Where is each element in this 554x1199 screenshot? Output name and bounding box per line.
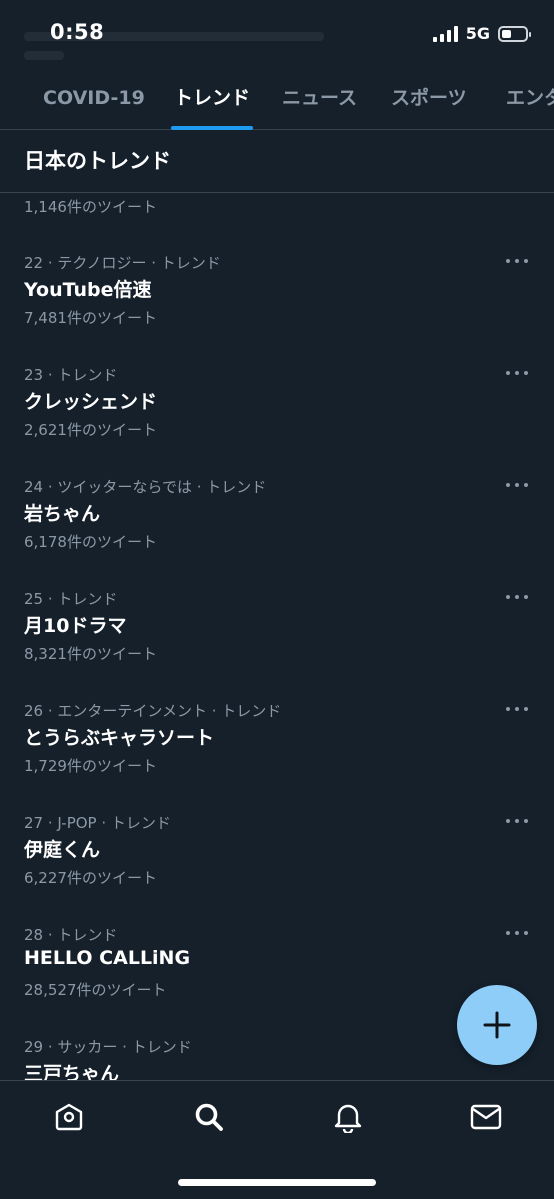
trend-name: 伊庭くん	[24, 839, 101, 861]
trend-name: YouTube倍速	[24, 279, 152, 301]
trend-name: 岩ちゃん	[24, 503, 101, 525]
trend-item[interactable]: 24 · ツイッターならでは · トレンド 岩ちゃん 6,178件のツイート	[0, 476, 554, 588]
trend-tweet-count: 6,178件のツイート	[24, 533, 157, 551]
section-title: 日本のトレンド	[0, 131, 554, 193]
trend-tweet-count: 7,481件のツイート	[24, 309, 157, 327]
trend-item[interactable]: 22 · テクノロジー · トレンド YouTube倍速 7,481件のツイート	[0, 252, 554, 364]
more-options-icon[interactable]	[506, 812, 528, 830]
more-options-icon[interactable]	[506, 700, 528, 718]
search-icon	[195, 1103, 223, 1131]
nav-home[interactable]	[53, 1101, 85, 1133]
trend-tweet-count: 8,321件のツイート	[24, 645, 157, 663]
trend-item[interactable]: 26 · エンターテインメント · トレンド とうらぶキャラソート 1,729件…	[0, 700, 554, 812]
tab-trends[interactable]: トレンド	[170, 70, 254, 130]
trend-tweet-count: 1,729件のツイート	[24, 757, 157, 775]
trend-item[interactable]: 25 · トレンド 月10ドラマ 8,321件のツイート	[0, 588, 554, 700]
trend-meta: 28 · トレンド	[24, 926, 118, 944]
trend-tweet-count: 1,146件のツイート	[24, 198, 157, 216]
plus-icon	[483, 1011, 511, 1039]
trend-name: 月10ドラマ	[24, 615, 127, 637]
more-options-icon[interactable]	[506, 588, 528, 606]
trend-meta: 26 · エンターテインメント · トレンド	[24, 702, 282, 720]
home-indicator[interactable]	[178, 1179, 376, 1186]
home-icon	[55, 1103, 83, 1131]
tab-sports[interactable]: スポーツ	[391, 70, 467, 130]
network-type: 5G	[465, 24, 490, 43]
trend-name: とうらぶキャラソート	[24, 727, 215, 749]
trend-tweet-count: 6,227件のツイート	[24, 869, 157, 887]
nav-notifications[interactable]	[332, 1101, 364, 1133]
nav-search[interactable]	[193, 1101, 225, 1133]
trend-meta: 22 · テクノロジー · トレンド	[24, 254, 221, 272]
trend-meta: 29 · サッカー · トレンド	[24, 1038, 192, 1056]
trend-tweet-count: 28,527件のツイート	[24, 981, 167, 999]
tab-entertainment[interactable]: エンタ	[506, 70, 554, 130]
trend-name: クレッシェンド	[24, 391, 158, 413]
tab-covid19[interactable]: COVID-19	[43, 70, 145, 130]
trend-meta: 27 · J-POP · トレンド	[24, 814, 171, 832]
status-bar: 0:58 5G	[0, 0, 554, 70]
trend-meta: 24 · ツイッターならでは · トレンド	[24, 478, 267, 496]
nav-messages[interactable]	[470, 1101, 502, 1133]
trend-meta: 25 · トレンド	[24, 590, 118, 608]
mail-icon	[470, 1104, 502, 1130]
tab-news[interactable]: ニュース	[282, 70, 357, 130]
more-options-icon[interactable]	[506, 364, 528, 382]
status-time: 0:58	[50, 20, 105, 44]
more-options-icon[interactable]	[506, 252, 528, 270]
trend-name: 三戸ちゃん	[24, 1063, 120, 1080]
more-options-icon[interactable]	[506, 924, 528, 942]
trend-tweet-count: 2,621件のツイート	[24, 421, 157, 439]
signal-icon	[432, 25, 458, 42]
trend-item[interactable]: 27 · J-POP · トレンド 伊庭くん 6,227件のツイート	[0, 812, 554, 924]
trend-meta: 23 · トレンド	[24, 366, 118, 384]
explore-tabs: COVID-19 トレンド ニュース スポーツ エンタ	[0, 70, 554, 130]
trend-name: HELLO CALLiNG	[24, 947, 191, 969]
more-options-icon[interactable]	[506, 476, 528, 494]
trend-item[interactable]: 23 · トレンド クレッシェンド 2,621件のツイート	[0, 364, 554, 476]
compose-tweet-button[interactable]	[457, 985, 537, 1065]
trend-list: 1,146件のツイート 22 · テクノロジー · トレンド YouTube倍速…	[0, 193, 554, 1080]
battery-icon	[498, 25, 531, 42]
status-indicators: 5G	[432, 24, 531, 43]
bell-icon	[334, 1104, 362, 1133]
